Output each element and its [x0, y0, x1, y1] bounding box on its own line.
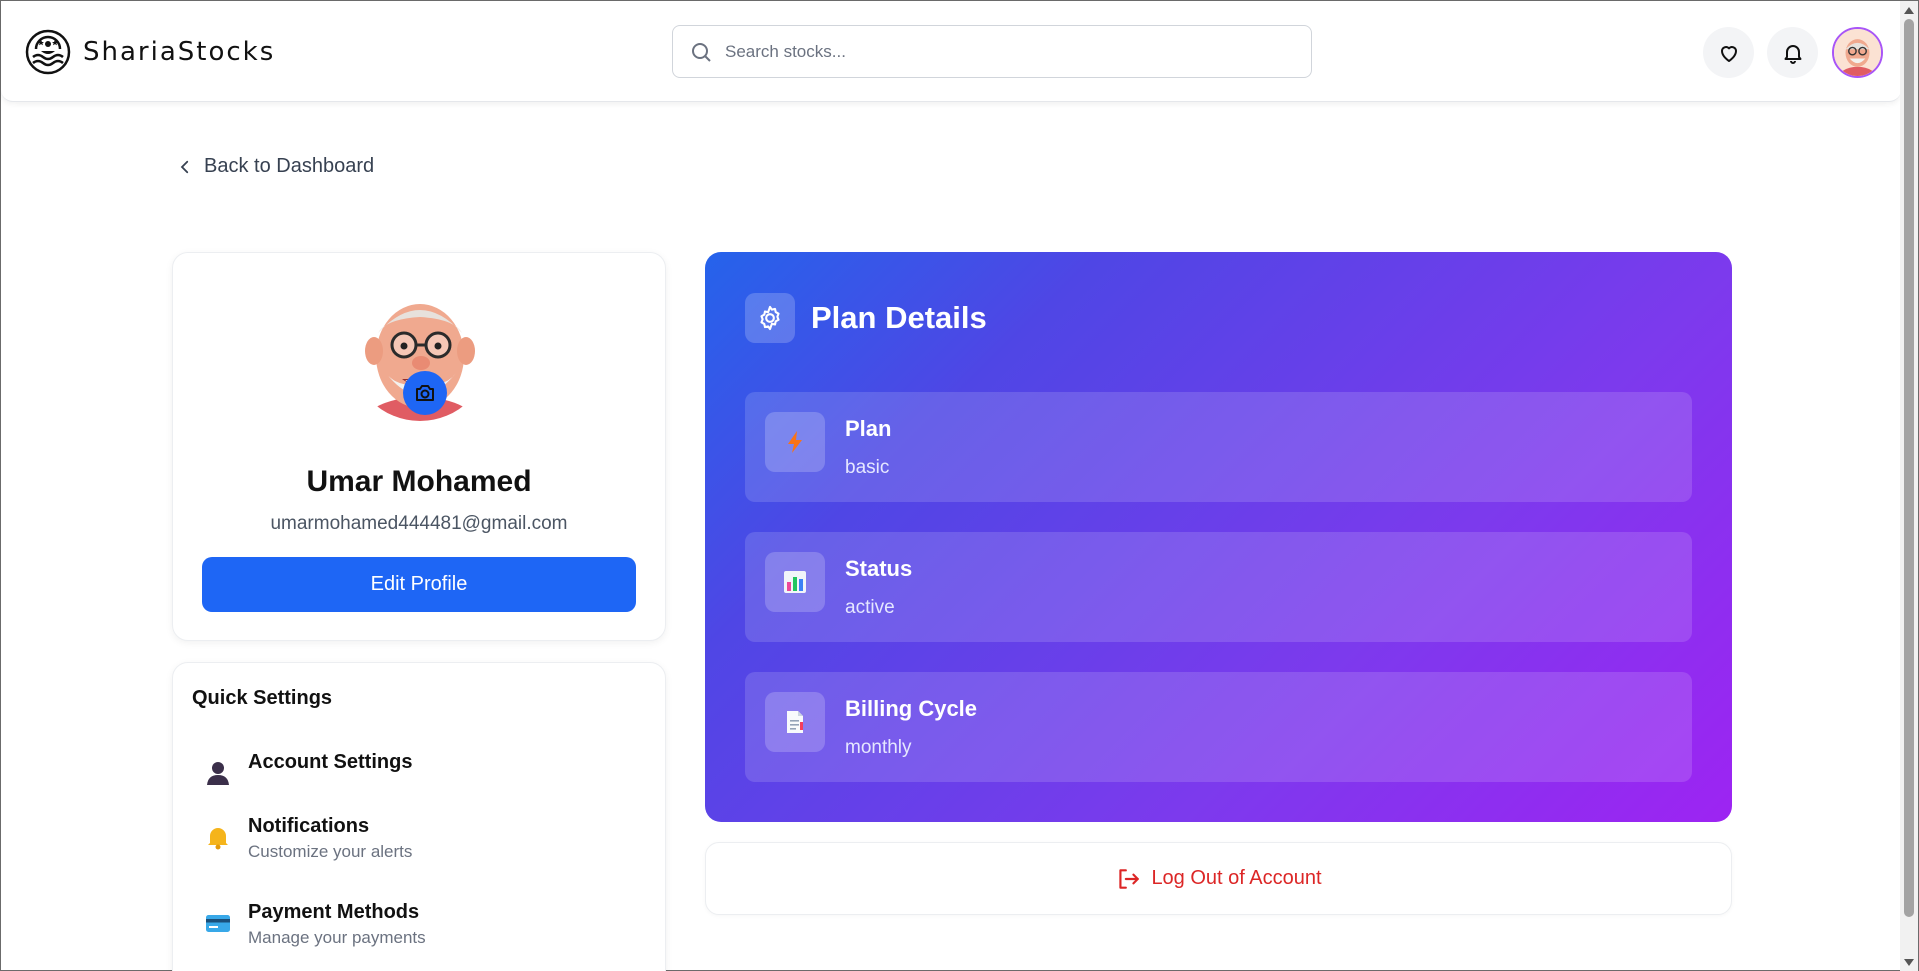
logout-icon	[1119, 868, 1140, 889]
gear-icon	[745, 293, 795, 343]
plan-row-status: Status active	[745, 532, 1692, 642]
credit-card-icon	[192, 903, 244, 943]
quick-setting-payment-methods[interactable]: Payment Methods Manage your payments	[192, 901, 642, 961]
plan-row-plan: Plan basic	[745, 392, 1692, 502]
brand-name: ShariaStocks	[83, 37, 276, 67]
brand[interactable]: ShariaStocks	[25, 29, 275, 75]
user-icon	[192, 753, 244, 793]
edit-profile-button[interactable]: Edit Profile	[202, 557, 636, 612]
page-scrollbar[interactable]	[1900, 1, 1918, 971]
avatar	[1834, 29, 1881, 76]
document-icon	[765, 692, 825, 752]
quick-setting-label: Account Settings	[248, 751, 413, 773]
chevron-left-icon	[180, 160, 189, 173]
top-navbar: ShariaStocks	[1, 1, 1901, 102]
quick-setting-notifications[interactable]: Notifications Customize your alerts	[192, 815, 642, 875]
plan-row-label: Status	[845, 556, 913, 581]
quick-setting-account[interactable]: Account Settings	[192, 751, 642, 811]
quick-setting-description: Manage your payments	[248, 928, 426, 947]
search-bar[interactable]	[672, 25, 1312, 78]
back-label: Back to Dashboard	[204, 155, 375, 177]
favorites-button[interactable]	[1703, 27, 1754, 78]
scroll-thumb[interactable]	[1904, 19, 1914, 917]
profile-name: Umar Mohamed	[306, 465, 532, 498]
search-icon	[692, 42, 711, 62]
change-photo-button[interactable]	[403, 371, 447, 415]
quick-setting-description: Customize your alerts	[248, 842, 413, 861]
logout-label: Log Out of Account	[1151, 867, 1322, 889]
logout-button[interactable]: Log Out of Account	[705, 842, 1732, 915]
profile-card: Umar Mohamed umarmohamed444481@gmail.com…	[172, 252, 666, 641]
plan-row-value: basic	[845, 457, 890, 478]
plan-details-title: Plan Details	[811, 300, 987, 335]
lightning-icon	[765, 412, 825, 472]
plan-row-label: Billing Cycle	[845, 696, 978, 721]
user-avatar-button[interactable]	[1832, 27, 1883, 78]
plan-row-value: monthly	[845, 737, 912, 758]
quick-setting-label: Notifications	[248, 815, 370, 837]
notifications-button[interactable]	[1767, 27, 1818, 78]
camera-icon	[416, 385, 434, 401]
search-input[interactable]	[725, 41, 1285, 62]
plan-row-label: Plan	[845, 416, 892, 441]
quick-settings-card: Quick Settings Account Settings Notifica…	[172, 662, 666, 971]
bell-icon	[192, 817, 244, 857]
quick-setting-label: Payment Methods	[248, 901, 420, 923]
plan-row-value: active	[845, 597, 895, 618]
scroll-up-arrow-icon[interactable]	[1904, 7, 1914, 14]
plan-row-billing-cycle: Billing Cycle monthly	[745, 672, 1692, 782]
brand-logo-icon	[25, 29, 71, 75]
back-to-dashboard-link[interactable]: Back to Dashboard	[176, 155, 374, 178]
bell-icon	[1784, 44, 1801, 64]
bar-chart-icon	[765, 552, 825, 612]
profile-email: umarmohamed444481@gmail.com	[270, 513, 568, 534]
scroll-down-arrow-icon[interactable]	[1904, 959, 1914, 966]
plan-details-card: Plan Details Plan basic Status active Bi…	[705, 252, 1732, 822]
quick-settings-title: Quick Settings	[192, 687, 333, 709]
heart-icon	[1720, 45, 1737, 62]
